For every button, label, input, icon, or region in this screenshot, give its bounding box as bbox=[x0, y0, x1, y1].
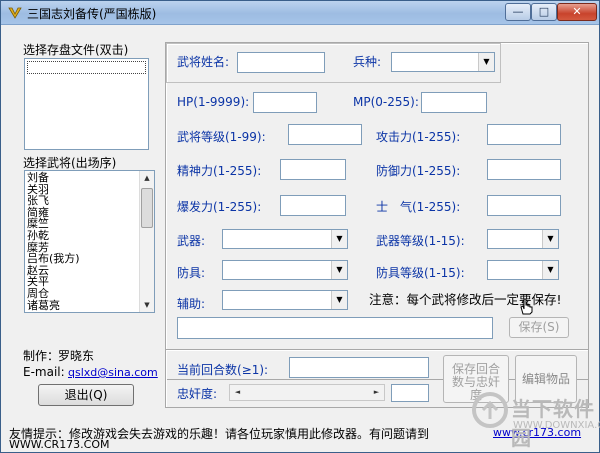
mp-field[interactable] bbox=[421, 92, 487, 113]
list-item[interactable]: 刘备 bbox=[25, 172, 139, 184]
email-label: E-mail: bbox=[23, 365, 65, 379]
chevron-down-icon[interactable]: ▼ bbox=[478, 53, 494, 71]
hp-label: HP(1-9999): bbox=[177, 95, 250, 109]
scroll-up-icon[interactable]: ▲ bbox=[140, 171, 154, 185]
main-window: 三国志刘备传(严国栋版) — □ ✕ 选择存盘文件(双击) 选择武将(出场序) … bbox=[0, 0, 600, 453]
general-name-label: 武将姓名: bbox=[177, 55, 230, 69]
attack-field[interactable] bbox=[487, 124, 561, 145]
loyalty-slider[interactable]: ◄ ► bbox=[229, 384, 385, 401]
burst-label: 爆发力(1-255): bbox=[177, 200, 262, 214]
chevron-down-icon[interactable]: ▼ bbox=[331, 291, 347, 309]
scroll-down-icon[interactable]: ▼ bbox=[140, 298, 154, 312]
email-link[interactable]: qslxd@sina.com bbox=[68, 366, 158, 379]
loyalty-field[interactable] bbox=[391, 384, 429, 402]
maximize-button[interactable]: □ bbox=[531, 3, 557, 21]
general-list[interactable]: 刘备 关羽 张飞 简雍 糜竺 孙乾 糜芳 吕布(我方) 赵云 关平 周仓 诸葛亮 ▲ ▼ bbox=[24, 170, 155, 313]
morale-label: 士 气(1-255): bbox=[376, 200, 461, 214]
armor-label: 防具: bbox=[177, 266, 206, 280]
armor-level-label: 防具等级(1-15): bbox=[376, 266, 465, 280]
attack-label: 攻击力(1-255): bbox=[376, 130, 461, 144]
chevron-down-icon[interactable]: ▼ bbox=[542, 261, 558, 279]
scroll-left-icon[interactable]: ◄ bbox=[230, 385, 245, 400]
weapon-level-select[interactable]: ▼ bbox=[487, 229, 559, 249]
defense-field[interactable] bbox=[487, 159, 561, 180]
site-text: WWW.CR173.COM bbox=[9, 438, 110, 451]
spirit-label: 精神力(1-255): bbox=[177, 164, 262, 178]
list-item[interactable]: 诸葛亮 bbox=[25, 299, 139, 312]
exit-button[interactable]: 退出(Q) bbox=[38, 384, 134, 406]
author-label: 制作： bbox=[23, 349, 60, 363]
level-field[interactable] bbox=[288, 124, 362, 145]
scroll-thumb[interactable] bbox=[141, 188, 153, 228]
app-icon bbox=[8, 7, 22, 19]
watermark-logo-icon bbox=[472, 392, 508, 428]
chevron-down-icon[interactable]: ▼ bbox=[542, 230, 558, 248]
title-bar[interactable]: 三国志刘备传(严国栋版) — □ ✕ bbox=[1, 1, 599, 25]
round-field[interactable] bbox=[289, 357, 429, 378]
save-file-list[interactable] bbox=[24, 58, 149, 150]
level-label: 武将等级(1-99): bbox=[177, 130, 266, 144]
unit-type-select[interactable]: ▼ bbox=[391, 52, 495, 72]
aux-select[interactable]: ▼ bbox=[222, 290, 348, 310]
list-item[interactable]: 孙乾 bbox=[25, 230, 139, 242]
window-title: 三国志刘备传(严国栋版) bbox=[27, 7, 157, 21]
weapon-label: 武器: bbox=[177, 234, 206, 248]
aux-label: 辅助: bbox=[177, 297, 206, 311]
armor-level-select[interactable]: ▼ bbox=[487, 260, 559, 280]
save-file-focus-row[interactable] bbox=[27, 61, 146, 74]
chevron-down-icon[interactable]: ▼ bbox=[331, 230, 347, 248]
armor-select[interactable]: ▼ bbox=[222, 260, 348, 280]
general-select-label: 选择武将(出场序) bbox=[23, 156, 117, 170]
weapon-level-label: 武器等级(1-15): bbox=[376, 234, 465, 248]
watermark-url: WWW.DOWNXIA.COM bbox=[513, 420, 600, 431]
hand-cursor-icon bbox=[520, 298, 533, 315]
status-field[interactable] bbox=[177, 317, 493, 339]
hp-field[interactable] bbox=[253, 92, 317, 113]
unit-type-label: 兵种: bbox=[353, 55, 382, 69]
mp-label: MP(0-255): bbox=[353, 95, 419, 109]
minimize-button[interactable]: — bbox=[505, 3, 531, 21]
general-items: 刘备 关羽 张飞 简雍 糜竺 孙乾 糜芳 吕布(我方) 赵云 关平 周仓 诸葛亮 bbox=[25, 171, 139, 311]
spirit-field[interactable] bbox=[280, 159, 346, 180]
loyalty-label: 忠奸度: bbox=[177, 387, 218, 401]
list-item[interactable]: 吕布(我方) bbox=[25, 253, 139, 265]
general-list-scrollbar[interactable]: ▲ ▼ bbox=[139, 171, 154, 312]
round-label: 当前回合数(≥1): bbox=[177, 363, 269, 377]
burst-field[interactable] bbox=[280, 195, 346, 216]
morale-field[interactable] bbox=[487, 195, 561, 216]
scroll-right-icon[interactable]: ► bbox=[369, 385, 384, 400]
general-name-field[interactable] bbox=[237, 52, 325, 73]
author-name: 罗晓东 bbox=[58, 349, 95, 363]
weapon-select[interactable]: ▼ bbox=[222, 229, 348, 249]
close-button[interactable]: ✕ bbox=[557, 3, 597, 21]
save-button[interactable]: 保存(S) bbox=[509, 317, 569, 338]
list-item[interactable]: 周仓 bbox=[25, 288, 139, 300]
save-file-label: 选择存盘文件(双击) bbox=[23, 43, 129, 57]
defense-label: 防御力(1-255): bbox=[376, 164, 461, 178]
chevron-down-icon[interactable]: ▼ bbox=[331, 261, 347, 279]
